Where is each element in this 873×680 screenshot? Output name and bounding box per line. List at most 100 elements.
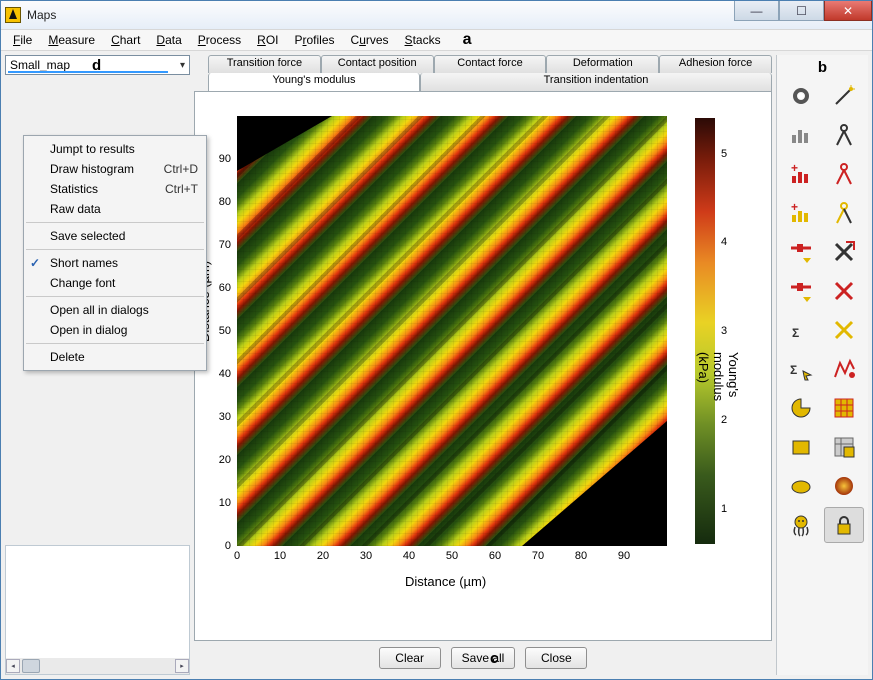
- toolbar: b + + ΣΣ: [776, 55, 868, 675]
- menu-item-shortcut: Ctrl+T: [165, 182, 198, 196]
- ellipse-yellow-icon[interactable]: [781, 468, 821, 504]
- menubar: File Measure Chart Data Process ROI Prof…: [1, 29, 872, 51]
- sigma-icon[interactable]: Σ: [781, 312, 821, 348]
- wand-icon[interactable]: [824, 78, 864, 114]
- ytick: 50: [213, 325, 231, 337]
- app-icon: [5, 7, 21, 23]
- slider-red-icon[interactable]: [781, 234, 821, 270]
- menu-process[interactable]: Process: [192, 31, 247, 49]
- tab-adhesion-force[interactable]: Adhesion force: [659, 55, 772, 73]
- chart-xlabel: Distance (µm): [405, 574, 486, 589]
- menu-item-label: Statistics: [50, 182, 98, 196]
- xtick: 40: [399, 550, 419, 562]
- menu-curves[interactable]: Curves: [345, 31, 395, 49]
- colorbar-label: Young's modulus (kPa): [696, 352, 741, 401]
- map-list[interactable]: ◂ ▸: [5, 545, 190, 675]
- close-button[interactable]: Close: [525, 647, 587, 669]
- menu-chart[interactable]: Chart: [105, 31, 146, 49]
- lock-icon[interactable]: [824, 507, 864, 543]
- ctick: 4: [721, 236, 727, 248]
- square-yellow-icon[interactable]: [781, 429, 821, 465]
- maximize-button[interactable]: ☐: [779, 1, 824, 21]
- menu-item-short-names[interactable]: ✓Short names: [24, 253, 206, 273]
- tab-contact-position[interactable]: Contact position: [321, 55, 434, 73]
- bars-plus-red-icon[interactable]: +: [781, 156, 821, 192]
- app-window: Maps — ☐ ✕ File Measure Chart Data Proce…: [0, 0, 873, 680]
- map-selector[interactable]: Small_map d: [5, 55, 190, 75]
- list-h-scrollbar[interactable]: ◂ ▸: [6, 658, 189, 674]
- close-window-button[interactable]: ✕: [824, 1, 872, 21]
- menu-item-draw-histogram[interactable]: Draw histogramCtrl+D: [24, 159, 206, 179]
- compass-red-icon[interactable]: [824, 156, 864, 192]
- heatmap[interactable]: [237, 116, 667, 546]
- tab-youngs-modulus[interactable]: Young's modulus: [208, 73, 420, 91]
- window-title: Maps: [27, 8, 56, 22]
- sigma-cursor-icon[interactable]: Σ: [781, 351, 821, 387]
- tab-transition-indentation[interactable]: Transition indentation: [420, 73, 772, 91]
- ctick: 2: [721, 414, 727, 426]
- xtick: 60: [485, 550, 505, 562]
- ytick: 60: [213, 282, 231, 294]
- context-menu: Jumpt to resultsDraw histogramCtrl+DStat…: [23, 135, 207, 371]
- sphere-icon[interactable]: [824, 468, 864, 504]
- scroll-thumb[interactable]: [22, 659, 40, 673]
- menu-item-open-in-dialog[interactable]: Open in dialog: [24, 320, 206, 340]
- titlebar: Maps — ☐ ✕: [1, 1, 872, 29]
- bars-plus-yellow-icon[interactable]: +: [781, 195, 821, 231]
- pacman-icon[interactable]: [781, 390, 821, 426]
- tab-transition-force[interactable]: Transition force: [208, 55, 321, 73]
- scroll-right-button[interactable]: ▸: [175, 659, 189, 673]
- annotation-b: b: [818, 59, 827, 76]
- tab-deformation[interactable]: Deformation: [546, 55, 659, 73]
- menu-measure[interactable]: Measure: [42, 31, 101, 49]
- xtick: 70: [528, 550, 548, 562]
- check-icon: ✓: [30, 256, 40, 270]
- xtick: 80: [571, 550, 591, 562]
- svg-text:+: +: [791, 161, 798, 175]
- tabs-row-1: Transition force Contact position Contac…: [194, 55, 772, 73]
- octopus-icon[interactable]: [781, 507, 821, 543]
- bars-icon[interactable]: [781, 117, 821, 153]
- grid-gray-icon[interactable]: [824, 429, 864, 465]
- x-yellow-icon[interactable]: [824, 312, 864, 348]
- menu-item-jumpt-to-results[interactable]: Jumpt to results: [24, 139, 206, 159]
- menu-item-save-selected[interactable]: Save selected: [24, 226, 206, 246]
- menu-item-delete[interactable]: Delete: [24, 347, 206, 367]
- menu-item-label: Raw data: [50, 202, 101, 216]
- menu-item-label: Jumpt to results: [50, 142, 135, 156]
- xtick: 50: [442, 550, 462, 562]
- menu-item-label: Save selected: [50, 229, 125, 243]
- cross-icon[interactable]: [824, 234, 864, 270]
- xtick: 90: [614, 550, 634, 562]
- map-selector-value: Small_map: [10, 58, 70, 72]
- menu-profiles[interactable]: Profiles: [288, 31, 340, 49]
- menu-roi[interactable]: ROI: [251, 31, 284, 49]
- menu-data[interactable]: Data: [150, 31, 187, 49]
- menu-stacks[interactable]: Stacks: [399, 31, 447, 49]
- callout-red-icon[interactable]: [824, 351, 864, 387]
- menu-item-statistics[interactable]: Statistics Ctrl+T: [24, 179, 206, 199]
- compass-yellow-icon[interactable]: [824, 195, 864, 231]
- menu-item-label: Draw histogram: [50, 162, 134, 176]
- gear-icon[interactable]: [781, 78, 821, 114]
- slider-yellow-icon[interactable]: [781, 273, 821, 309]
- x-red-icon[interactable]: [824, 273, 864, 309]
- ctick: 5: [721, 148, 727, 160]
- xtick: 20: [313, 550, 333, 562]
- minimize-button[interactable]: —: [734, 1, 779, 21]
- menu-item-label: Change font: [50, 276, 115, 290]
- ctick: 1: [721, 503, 727, 515]
- menu-item-label: Open in dialog: [50, 323, 127, 337]
- menu-item-label: Open all in dialogs: [50, 303, 149, 317]
- save-all-button[interactable]: Save all: [451, 647, 516, 669]
- menu-item-change-font[interactable]: Change font: [24, 273, 206, 293]
- scroll-left-button[interactable]: ◂: [6, 659, 20, 673]
- clear-button[interactable]: Clear: [379, 647, 441, 669]
- compass-icon[interactable]: [824, 117, 864, 153]
- grid-yellow-icon[interactable]: [824, 390, 864, 426]
- menu-item-open-all-in-dialogs[interactable]: Open all in dialogs: [24, 300, 206, 320]
- menu-item-raw-data[interactable]: Raw data: [24, 199, 206, 219]
- menu-file[interactable]: File: [7, 31, 38, 49]
- tabs-row-2: Young's modulus Transition indentation: [194, 73, 772, 91]
- tab-contact-force[interactable]: Contact force: [434, 55, 547, 73]
